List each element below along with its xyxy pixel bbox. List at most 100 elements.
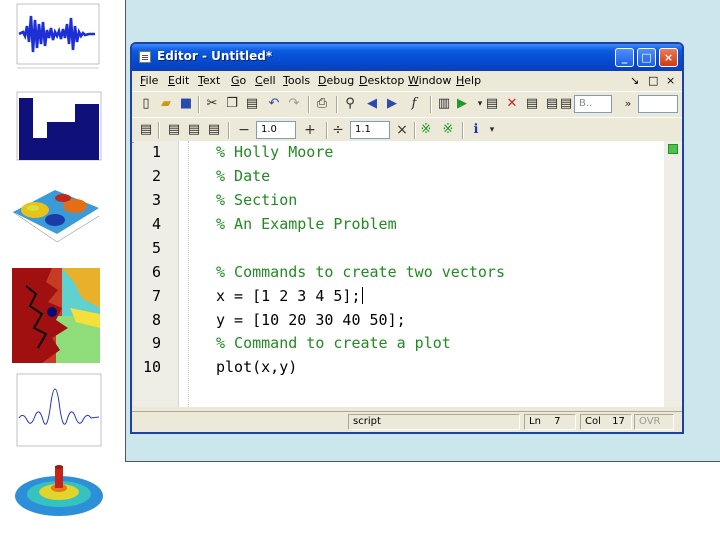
- toolbar-separator: [158, 122, 159, 139]
- redo-icon[interactable]: ↷: [286, 96, 302, 112]
- copy-icon[interactable]: ❐: [224, 96, 240, 112]
- thumbnail-surface: [5, 172, 105, 252]
- print-icon[interactable]: ⎙: [314, 96, 330, 112]
- hide-cell-icon[interactable]: ※: [440, 122, 456, 138]
- mexican-hat-plot: [15, 465, 103, 516]
- code-line-text: x = [1 2 3 4 5];: [216, 287, 361, 305]
- toolbar-overflow-icon[interactable]: »: [620, 96, 636, 112]
- show-cell-icon[interactable]: ※: [418, 122, 434, 138]
- thumbnail-sinc: [5, 372, 103, 450]
- close-doc-icon[interactable]: ×: [666, 74, 675, 87]
- find-icon[interactable]: ⚲: [342, 96, 358, 112]
- clear-breakpoints-icon[interactable]: ✕: [504, 96, 520, 112]
- cell-toolbar: ▤ ▤ ▤ ▤ − 1.0 + ÷ 1.1 × ※ ※ ℹ ▾: [132, 117, 682, 143]
- line-number: 8: [151, 311, 161, 329]
- layout-dropdown[interactable]: [638, 95, 678, 113]
- code-line-comment: % Section: [216, 191, 298, 209]
- toolbar-separator: [228, 122, 229, 139]
- audio-signal-plot: [16, 3, 100, 69]
- line-number: 10: [142, 358, 161, 376]
- menu-tools[interactable]: Tools: [283, 74, 310, 87]
- undock-icon[interactable]: ↘: [630, 74, 639, 87]
- toolbar-separator: [326, 122, 327, 139]
- undo-icon[interactable]: ↶: [266, 96, 282, 112]
- toolbar-separator: [198, 96, 199, 113]
- thumbnail-strip: [0, 0, 110, 540]
- code-editor[interactable]: 1 2 3 4 5 6 7 8 9 10 % Holly Moore % Dat…: [134, 141, 664, 407]
- menu-bar: File Edit Text Go Cell Tools Debug Deskt…: [132, 71, 682, 91]
- decrement-button[interactable]: −: [236, 122, 252, 138]
- minimize-button[interactable]: _: [615, 48, 634, 67]
- mlint-status-indicator[interactable]: [668, 144, 678, 154]
- eval-cell-icon[interactable]: ▤: [166, 122, 182, 138]
- paste-icon[interactable]: ▤: [244, 96, 260, 112]
- status-column-label: Col: [585, 416, 601, 427]
- step-out-icon[interactable]: ▤: [558, 96, 574, 112]
- sinc-plot: [16, 373, 102, 447]
- menu-text[interactable]: Text: [198, 74, 220, 87]
- cut-icon[interactable]: ✂: [204, 96, 220, 112]
- stack-icon[interactable]: ▥: [436, 96, 452, 112]
- title-bar[interactable]: Editor - Untitled* _ □ ×: [132, 44, 682, 71]
- breakpoint-icon[interactable]: ▤: [484, 96, 500, 112]
- line-number: 9: [151, 334, 161, 352]
- menu-window[interactable]: Window: [408, 74, 451, 87]
- code-line-comment: % Commands to create two vectors: [216, 263, 505, 281]
- maximize-button[interactable]: □: [637, 48, 656, 67]
- toolbar-separator: [462, 122, 463, 139]
- info-icon[interactable]: ℹ: [468, 122, 484, 138]
- line-number: 5: [151, 239, 161, 257]
- menu-debug[interactable]: Debug: [318, 74, 354, 87]
- status-overwrite: OVR: [634, 414, 674, 430]
- vertical-scrollbar[interactable]: [664, 141, 682, 407]
- menu-file[interactable]: File: [140, 74, 158, 87]
- line-number: 3: [151, 191, 161, 209]
- toolbar-separator: [336, 96, 337, 113]
- open-file-icon[interactable]: ▰: [158, 96, 174, 112]
- run-icon[interactable]: ▶: [454, 96, 470, 112]
- histogram-plot: [16, 91, 102, 161]
- restore-icon[interactable]: □: [648, 74, 658, 87]
- menu-help[interactable]: Help: [456, 74, 481, 87]
- increment-button[interactable]: +: [302, 122, 318, 138]
- code-line-statement: plot(x,y): [216, 358, 298, 376]
- step-icon[interactable]: ▤: [524, 96, 540, 112]
- back-icon[interactable]: ◀: [364, 96, 380, 112]
- toolbar-separator: [308, 96, 309, 113]
- toolbar-separator: [414, 122, 415, 139]
- stack-dropdown[interactable]: B..: [574, 95, 612, 113]
- status-bar: script Ln 7 Col 17 OVR: [132, 411, 682, 431]
- eval-file-icon[interactable]: ▤: [206, 122, 222, 138]
- menu-desktop[interactable]: Desktop: [359, 74, 404, 87]
- line-number: 7: [151, 287, 161, 305]
- menu-edit[interactable]: Edit: [168, 74, 189, 87]
- forward-icon[interactable]: ▶: [384, 96, 400, 112]
- eval-advance-icon[interactable]: ▤: [186, 122, 202, 138]
- line-number: 6: [151, 263, 161, 281]
- status-line: Ln 7: [524, 414, 576, 430]
- multiply-button[interactable]: ×: [394, 122, 410, 138]
- cell-mode-icon[interactable]: ▤: [138, 122, 154, 138]
- thumbnail-audio-signal: [5, 2, 103, 74]
- main-toolbar: ▯ ▰ ■ ✂ ❐ ▤ ↶ ↷ ⎙ ⚲ ◀ ▶ f ▥ ▶ ▾ ▤ ✕ ▤ ▤ …: [132, 91, 682, 117]
- menu-cell[interactable]: Cell: [255, 74, 276, 87]
- save-icon[interactable]: ■: [178, 96, 194, 112]
- close-button[interactable]: ×: [659, 48, 678, 67]
- code-fold-margin: [180, 141, 189, 407]
- function-icon[interactable]: f: [406, 96, 422, 112]
- status-column-value: 17: [612, 416, 625, 427]
- info-dropdown-icon[interactable]: ▾: [484, 122, 500, 138]
- toolbar-separator: [430, 96, 431, 113]
- editor-window: Editor - Untitled* _ □ × File Edit Text …: [130, 42, 684, 434]
- fractal-image: [12, 268, 100, 363]
- new-file-icon[interactable]: ▯: [138, 96, 154, 112]
- menu-go[interactable]: Go: [231, 74, 246, 87]
- code-line-statement: y = [10 20 30 40 50];: [216, 311, 406, 329]
- scale-value-field[interactable]: 1.1: [350, 121, 390, 139]
- thumbnail-mexican-hat: [12, 462, 106, 524]
- divide-button[interactable]: ÷: [330, 122, 346, 138]
- status-column: Col 17: [580, 414, 632, 430]
- status-line-value: 7: [554, 416, 561, 427]
- increment-value-field[interactable]: 1.0: [256, 121, 296, 139]
- line-number: 1: [151, 143, 161, 161]
